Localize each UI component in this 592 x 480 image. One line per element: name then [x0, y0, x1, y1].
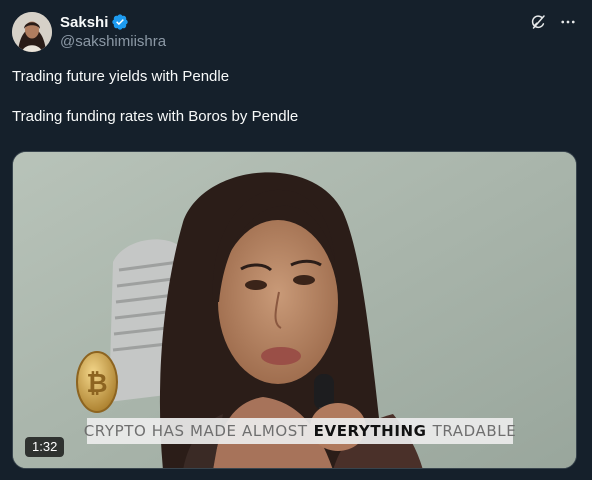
- tweet-actions-top: [528, 12, 578, 32]
- verified-badge-icon: [111, 13, 129, 31]
- grok-icon[interactable]: [528, 12, 548, 32]
- tweet-text: Trading future yields with Pendle Tradin…: [12, 67, 572, 127]
- video-duration-badge: 1:32: [25, 437, 65, 457]
- caption-text-highlight: EVERYTHING: [313, 422, 427, 440]
- author-name-row: Sakshi: [60, 12, 129, 32]
- svg-text:₿: ₿: [86, 369, 107, 399]
- more-options-icon[interactable]: [558, 12, 578, 32]
- tweet-card: Sakshi @sakshimiishra Trading future yie…: [0, 0, 592, 480]
- author-display-name[interactable]: Sakshi: [60, 14, 108, 31]
- tweet-text-line-1: Trading future yields with Pendle: [12, 68, 230, 85]
- caption-text-start: CRYPTO HAS MADE ALMOST: [83, 422, 308, 440]
- video-caption: CRYPTO HAS MADE ALMOST EVERYTHING TRADAB…: [83, 418, 516, 444]
- video-player[interactable]: ₿ CRYPTO HAS MADE ALMOST EVERYTHING TRAD…: [12, 151, 577, 469]
- author-handle[interactable]: @sakshimiishra: [60, 33, 166, 50]
- tweet-text-line-2: Trading funding rates with Boros by Pend…: [12, 108, 299, 125]
- caption-text-end: TRADABLE: [432, 422, 517, 440]
- avatar[interactable]: [12, 12, 52, 52]
